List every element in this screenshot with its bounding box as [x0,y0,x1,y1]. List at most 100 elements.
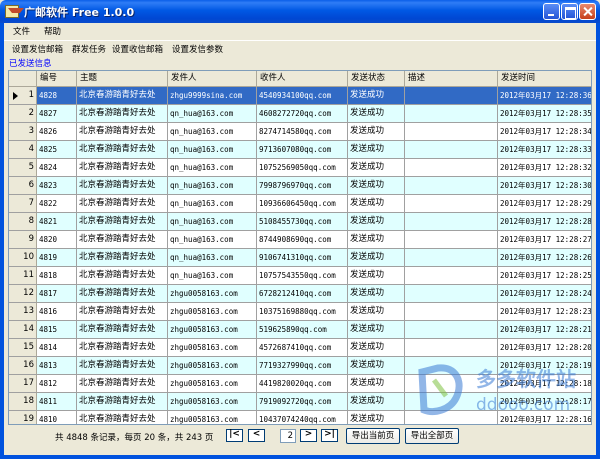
table-row[interactable]: 10 4819 北京春游踏青好去处 qn_hua@163.com 9106741310q… [9,249,591,267]
table-cell[interactable] [405,195,498,213]
column-header[interactable]: 发送状态 [348,71,405,87]
row-header[interactable]: 4 [9,141,37,159]
table-cell[interactable] [405,87,498,105]
table-cell[interactable]: 北京春游踏青好去处 [77,267,168,285]
table-cell[interactable]: 2012年03月17 12:28:28 [498,213,591,231]
column-header[interactable]: 主题 [77,71,168,87]
table-cell[interactable]: 发送成功 [348,411,405,424]
table-cell[interactable]: 发送成功 [348,267,405,285]
table-cell[interactable]: 2012年03月17 12:28:33 [498,141,591,159]
next-page-button[interactable]: > [300,429,317,442]
table-cell[interactable]: zhgu0058163.com [168,339,257,357]
row-header[interactable]: 11 [9,267,37,285]
table-cell[interactable] [405,141,498,159]
title-bar[interactable]: 广邮软件 Free 1.0.0 [0,0,600,23]
table-cell[interactable]: 发送成功 [348,285,405,303]
table-cell[interactable]: 2012年03月17 12:28:35 [498,105,591,123]
table-cell[interactable]: 4572687410qq.com [257,339,348,357]
page-number-input[interactable]: 2 [280,429,296,443]
table-cell[interactable]: 10936606450qq.com [257,195,348,213]
table-cell[interactable]: zhgu0058163.com [168,321,257,339]
table-cell[interactable]: 北京春游踏青好去处 [77,141,168,159]
row-header[interactable]: 8 [9,213,37,231]
table-cell[interactable]: zhgu0058163.com [168,285,257,303]
table-cell[interactable]: 北京春游踏青好去处 [77,87,168,105]
table-cell[interactable]: 4540934100qq.com [257,87,348,105]
set-receiver-mailbox-button[interactable]: 设置收信邮箱 [112,43,163,55]
table-cell[interactable] [405,159,498,177]
table-cell[interactable]: qn_hua@163.com [168,267,257,285]
mass-send-task-button[interactable]: 群发任务 [72,43,106,55]
table-cell[interactable]: zhgu9999sina.com [168,87,257,105]
close-button[interactable] [579,3,596,20]
table-cell[interactable]: 北京春游踏青好去处 [77,249,168,267]
row-header[interactable]: 15 [9,339,37,357]
table-cell[interactable]: qn_hua@163.com [168,105,257,123]
row-header[interactable]: 14 [9,321,37,339]
table-cell[interactable]: 4816 [37,303,77,321]
table-cell[interactable]: 发送成功 [348,177,405,195]
table-cell[interactable]: 2012年03月17 12:28:32 [498,159,591,177]
table-cell[interactable]: 发送成功 [348,375,405,393]
table-cell[interactable]: 4825 [37,141,77,159]
table-cell[interactable]: 4824 [37,159,77,177]
row-header[interactable]: 2 [9,105,37,123]
table-cell[interactable]: 4811 [37,393,77,411]
table-cell[interactable]: qn_hua@163.com [168,213,257,231]
table-row[interactable]: 4 4825 北京春游踏青好去处 qn_hua@163.com 9713607080qq… [9,141,591,159]
table-cell[interactable] [405,177,498,195]
table-cell[interactable]: 发送成功 [348,393,405,411]
table-cell[interactable]: 7719327990qq.com [257,357,348,375]
table-cell[interactable]: zhgu0058163.com [168,411,257,424]
table-cell[interactable]: 4419820020qq.com [257,375,348,393]
table-cell[interactable]: qn_hua@163.com [168,249,257,267]
table-row[interactable]: 5 4824 北京春游踏青好去处 qn_hua@163.com 10752569050q… [9,159,591,177]
table-cell[interactable]: 2012年03月17 12:28:36 [498,87,591,105]
table-cell[interactable]: 北京春游踏青好去处 [77,339,168,357]
table-cell[interactable]: 发送成功 [348,321,405,339]
table-cell[interactable] [405,231,498,249]
table-cell[interactable]: 北京春游踏青好去处 [77,357,168,375]
table-cell[interactable]: 4817 [37,285,77,303]
table-cell[interactable]: qn_hua@163.com [168,159,257,177]
table-cell[interactable]: 发送成功 [348,123,405,141]
table-cell[interactable]: 4813 [37,357,77,375]
table-cell[interactable]: 519625890qq.com [257,321,348,339]
table-cell[interactable]: 北京春游踏青好去处 [77,177,168,195]
row-header[interactable]: 19 [9,411,37,424]
table-row[interactable]: 7 4822 北京春游踏青好去处 qn_hua@163.com 10936606450q… [9,195,591,213]
row-header[interactable]: 6 [9,177,37,195]
table-cell[interactable]: 发送成功 [348,105,405,123]
column-header[interactable]: 描述 [405,71,498,87]
table-cell[interactable]: qn_hua@163.com [168,177,257,195]
table-row[interactable]: 11 4818 北京春游踏青好去处 qn_hua@163.com 10757543550… [9,267,591,285]
table-cell[interactable]: 北京春游踏青好去处 [77,213,168,231]
table-cell[interactable]: 4820 [37,231,77,249]
table-cell[interactable]: 2012年03月17 12:28:26 [498,249,591,267]
table-cell[interactable]: 4814 [37,339,77,357]
row-header[interactable]: 3 [9,123,37,141]
row-header[interactable]: 10 [9,249,37,267]
row-header[interactable]: 13 [9,303,37,321]
row-header[interactable]: 18 [9,393,37,411]
export-current-page-button[interactable]: 导出当前页 [346,428,400,444]
table-cell[interactable]: 2012年03月17 12:28:27 [498,231,591,249]
table-row[interactable]: 3 4826 北京春游踏青好去处 qn_hua@163.com 8274714580qq… [9,123,591,141]
table-cell[interactable] [405,213,498,231]
table-cell[interactable]: 发送成功 [348,141,405,159]
table-cell[interactable] [405,105,498,123]
table-cell[interactable]: qn_hua@163.com [168,195,257,213]
menu-help[interactable]: 帮助 [44,25,61,37]
table-cell[interactable]: 北京春游踏青好去处 [77,231,168,249]
maximize-button[interactable] [561,3,578,20]
row-header[interactable]: 5 [9,159,37,177]
row-header[interactable]: 1 [9,87,37,105]
column-header[interactable]: 发件人 [168,71,257,87]
table-cell[interactable] [405,123,498,141]
table-row[interactable]: 9 4820 北京春游踏青好去处 qn_hua@163.com 8744908690qq… [9,231,591,249]
row-header[interactable]: 16 [9,357,37,375]
table-cell[interactable]: 北京春游踏青好去处 [77,105,168,123]
column-header[interactable]: 发送时间 [498,71,591,87]
table-cell[interactable]: zhgu0058163.com [168,393,257,411]
table-cell[interactable]: 10437074240qq.com [257,411,348,424]
